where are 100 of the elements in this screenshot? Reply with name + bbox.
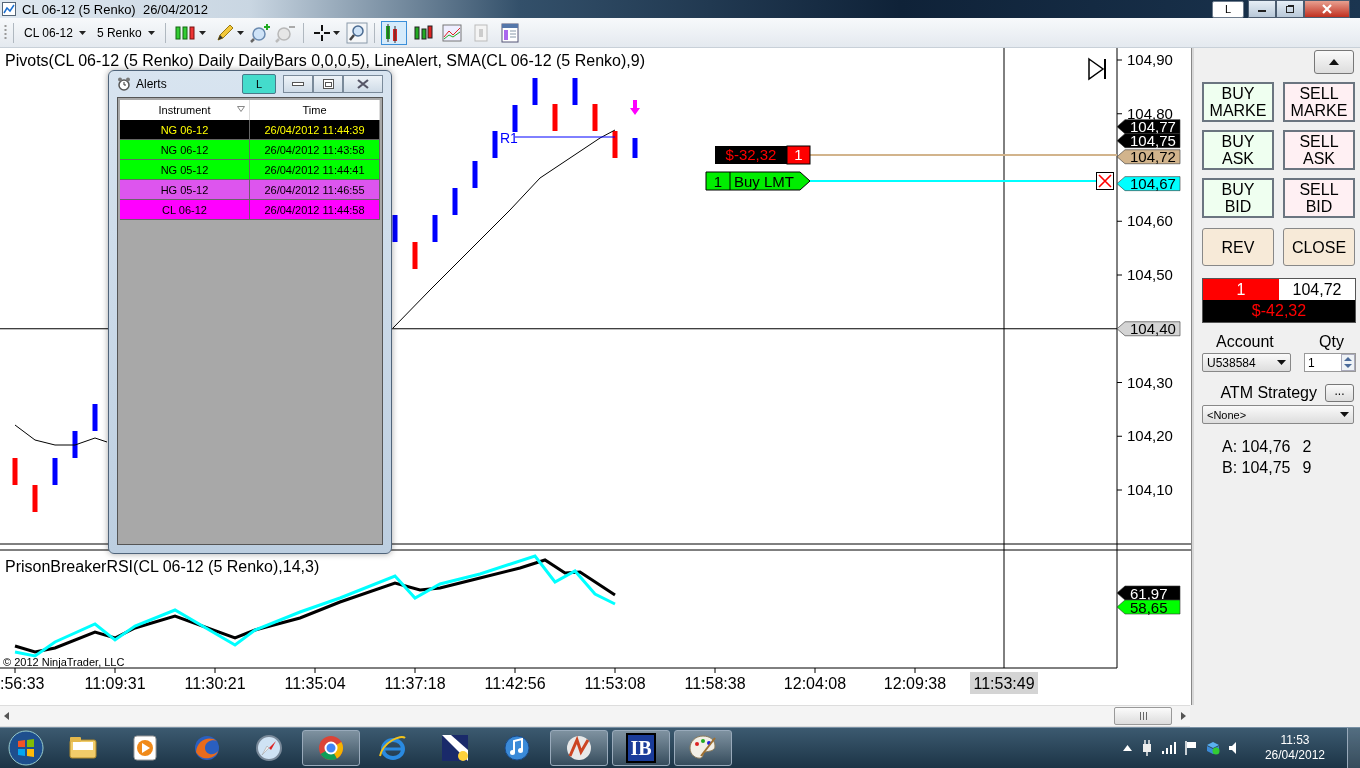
- order-button[interactable]: BUY BID: [1202, 178, 1274, 218]
- qty-label: Qty: [1319, 333, 1344, 351]
- table-cell: 26/04/2012 11:44:58: [250, 200, 380, 220]
- time-label: 11:42:56: [484, 675, 546, 692]
- grip-icon[interactable]: [1138, 712, 1148, 720]
- minimize-icon[interactable]: [292, 81, 304, 87]
- cursor-time-label: 11:53:49: [970, 672, 1038, 694]
- signal-bars-icon[interactable]: [1161, 742, 1176, 754]
- caret-icon[interactable]: [332, 30, 340, 35]
- table-row[interactable]: NG 06-12 26/04/2012 11:43:58: [120, 140, 380, 160]
- caret-icon[interactable]: [1340, 412, 1349, 417]
- close-button[interactable]: [343, 75, 383, 93]
- l-button[interactable]: L: [242, 74, 276, 94]
- order-button[interactable]: BUY MARKE: [1202, 82, 1274, 122]
- column-header[interactable]: Time: [250, 100, 380, 120]
- time-label: 11:37:18: [384, 675, 446, 692]
- time-label: 11:58:38: [684, 675, 746, 692]
- bar-chart-icon[interactable]: [380, 20, 407, 45]
- down-arrow-icon: [630, 100, 640, 115]
- maximize-icon[interactable]: [1285, 4, 1295, 14]
- atm-strategy-dropdown[interactable]: <None>: [1202, 405, 1354, 424]
- pencil-icon[interactable]: [214, 22, 235, 43]
- app-logo[interactable]: IB: [626, 733, 656, 763]
- taskbar-button[interactable]: IB: [612, 730, 670, 766]
- go-to-end-icon[interactable]: [1088, 57, 1106, 81]
- window-title: Alerts: [136, 77, 167, 91]
- qty-field[interactable]: 1: [1304, 353, 1356, 372]
- order-button[interactable]: CLOSE: [1283, 228, 1355, 266]
- crosshair-icon[interactable]: [312, 23, 331, 42]
- alarm-clock-icon: [117, 77, 131, 91]
- sort-icon: [237, 106, 245, 112]
- maximize-icon[interactable]: [322, 79, 334, 89]
- instrument-dropdown[interactable]: CL 06-12: [20, 23, 90, 42]
- taskbar-button[interactable]: [302, 730, 360, 766]
- minimize-button[interactable]: [1248, 0, 1276, 18]
- clock-date[interactable]: 26/04/2012: [1264, 748, 1325, 763]
- order-label[interactable]: 1 Buy LMT: [705, 171, 811, 191]
- price-tag: 104,40: [1116, 320, 1181, 338]
- caret-icon[interactable]: [147, 30, 155, 35]
- atm-settings-button[interactable]: ...: [1325, 384, 1354, 402]
- caret-icon[interactable]: [236, 30, 244, 35]
- order-button[interactable]: SELL MARKE: [1283, 82, 1355, 122]
- table-row[interactable]: CL 06-12 26/04/2012 11:44:58: [120, 200, 380, 220]
- cancel-order-button[interactable]: [1096, 172, 1114, 190]
- speaker-icon[interactable]: [1228, 742, 1239, 754]
- search-icon[interactable]: [345, 21, 368, 44]
- table-row[interactable]: NG 05-12 26/04/2012 11:44:41: [120, 160, 380, 180]
- flag-icon[interactable]: [1184, 741, 1197, 755]
- chart-app-icon: [2, 2, 16, 16]
- clock-time[interactable]: 11:53: [1280, 733, 1310, 748]
- close-button[interactable]: [1304, 0, 1350, 18]
- spinner-icon[interactable]: [1341, 354, 1355, 371]
- time-label: 11:30:21: [184, 675, 246, 692]
- show-desktop-button[interactable]: [1347, 727, 1360, 768]
- box-icon[interactable]: [1205, 741, 1220, 755]
- time-label: :56:33: [0, 675, 45, 692]
- account-dropdown[interactable]: U538584: [1202, 353, 1291, 372]
- zoom-in-icon[interactable]: [249, 22, 272, 43]
- time-label: 12:04:08: [783, 675, 847, 692]
- minimize-button[interactable]: [283, 75, 313, 93]
- table-row[interactable]: NG 06-12 26/04/2012 11:44:39: [120, 120, 380, 140]
- flag-icon[interactable]: [439, 732, 471, 764]
- taskbar-button[interactable]: [550, 730, 608, 766]
- indicator-label: PrisonBreakerRSI(CL 06-12 (5 Renko),14,3): [5, 558, 320, 575]
- time-label: 11:35:04: [284, 675, 346, 692]
- price-label: 104,20: [1127, 427, 1173, 445]
- price-label: 104,10: [1127, 481, 1173, 498]
- caret-icon[interactable]: [1277, 360, 1286, 365]
- start-button[interactable]: [6, 729, 46, 767]
- atm-strategy-label: ATM Strategy: [1220, 384, 1317, 402]
- plug-icon[interactable]: [1140, 740, 1153, 756]
- compass-icon[interactable]: [253, 732, 285, 764]
- taskbar-button[interactable]: [674, 730, 732, 766]
- caret-up-icon[interactable]: [1329, 59, 1339, 65]
- show-hidden-icon[interactable]: [1122, 745, 1132, 751]
- order-button[interactable]: BUY ASK: [1202, 130, 1274, 170]
- profit-loss: $-42,32: [1203, 300, 1355, 322]
- order-button[interactable]: SELL BID: [1283, 178, 1355, 218]
- order-button[interactable]: REV: [1202, 228, 1274, 266]
- position-quantity: 1: [1203, 279, 1279, 300]
- quote-size: 2: [1302, 438, 1312, 456]
- order-button[interactable]: SELL ASK: [1283, 130, 1355, 170]
- interval-dropdown[interactable]: 5 Renko: [92, 23, 159, 42]
- table-row[interactable]: HG 05-12 26/04/2012 11:46:55: [120, 180, 380, 200]
- caret-icon[interactable]: [78, 30, 86, 35]
- scroll-up-button[interactable]: [1314, 50, 1354, 74]
- maximize-button[interactable]: [313, 75, 343, 93]
- column-header[interactable]: Instrument: [120, 100, 250, 120]
- indicator-label: Pivots(CL 06-12 (5 Renko) Daily DailyBars 0,0,0,5), LineAlert, SMA(CL 06-12 (5 Renko),9): [5, 52, 645, 69]
- quote-price: A: 104,76: [1222, 438, 1291, 456]
- music-note-icon[interactable]: [501, 732, 533, 764]
- window-title: CL 06-12 (5 Renko) 26/04/2012: [22, 1, 208, 17]
- average-price: 104,72: [1279, 279, 1355, 300]
- close-icon[interactable]: [357, 79, 369, 89]
- position-label: $-32,32 1: [715, 145, 811, 165]
- scroll-thumb[interactable]: [1114, 707, 1172, 725]
- maximize-button[interactable]: [1276, 0, 1304, 18]
- l-button[interactable]: L: [1212, 0, 1244, 18]
- caret-icon[interactable]: [198, 30, 206, 35]
- price-label: 104,60: [1127, 212, 1173, 230]
